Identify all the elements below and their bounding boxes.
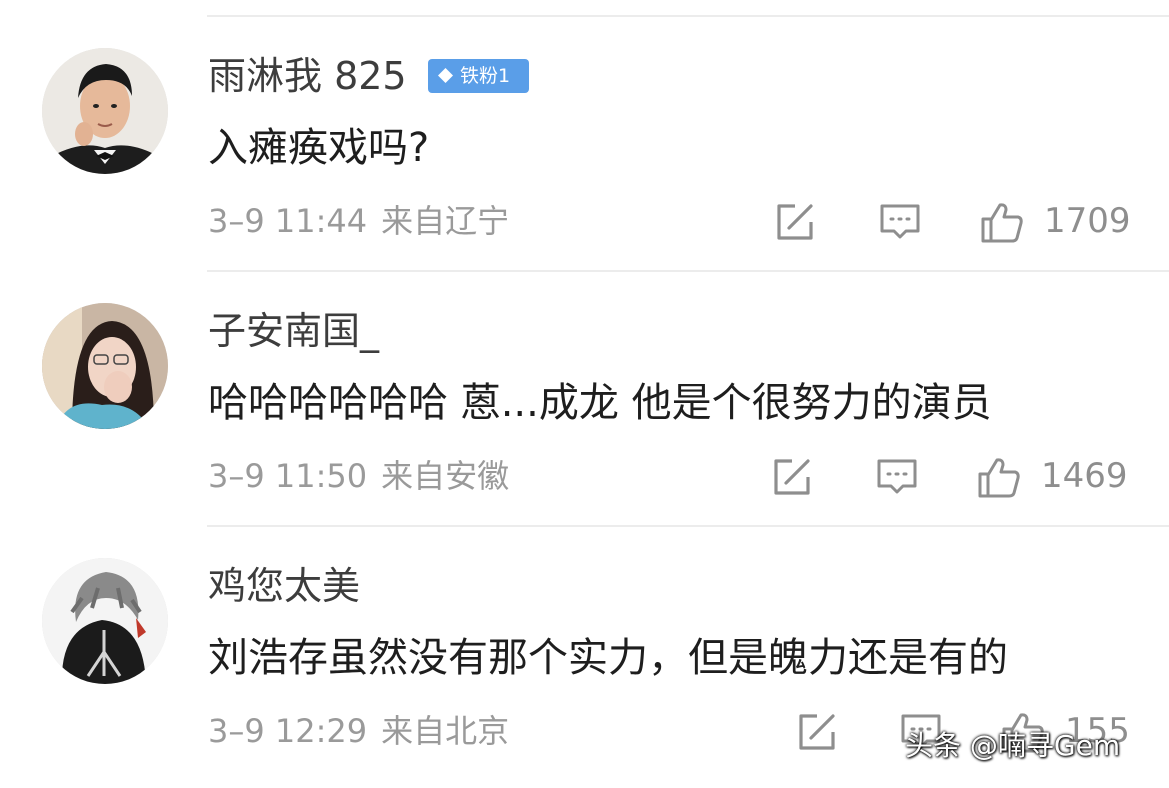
comment-location: 来自北京 <box>381 712 510 750</box>
comment-time: 3–9 11:44 <box>208 202 368 240</box>
comment-text: 刘浩存虽然没有那个实力，但是魄力还是有的 <box>208 635 1008 681</box>
share-edit-icon[interactable] <box>795 710 839 754</box>
share-edit-icon[interactable] <box>770 455 814 499</box>
comment-time: 3–9 12:29 <box>208 712 368 750</box>
watermark: 头条 @喃寻Gem <box>905 729 1121 762</box>
comment-reply-icon[interactable] <box>878 200 922 244</box>
username[interactable]: 雨淋我 825 <box>208 54 407 98</box>
comment-meta: 3–9 11:50 来自安徽 <box>208 456 523 496</box>
diamond-icon <box>438 68 453 83</box>
like-count: 1469 <box>1041 456 1128 496</box>
thumbs-up-icon[interactable] <box>977 455 1021 499</box>
comment-meta: 3–9 11:44 来自辽宁 <box>208 201 523 241</box>
comment-location: 来自辽宁 <box>381 202 510 240</box>
comment-location: 来自安徽 <box>381 457 510 495</box>
avatar[interactable] <box>42 48 168 174</box>
like-count: 1709 <box>1044 201 1131 241</box>
comment-time: 3–9 11:50 <box>208 457 368 495</box>
badge-label: 铁粉1 <box>460 65 511 87</box>
avatar[interactable] <box>42 303 168 429</box>
comment-text: 入瘫痪戏吗? <box>208 125 430 171</box>
avatar[interactable] <box>42 558 168 684</box>
username[interactable]: 子安南国_ <box>208 309 379 353</box>
comment-text: 哈哈哈哈哈哈 蒽...成龙 他是个很努力的演员 <box>208 380 992 426</box>
comment-reply-icon[interactable] <box>875 455 919 499</box>
comment-list: 雨淋我 825 铁粉1 入瘫痪戏吗? 3–9 11:44 来自辽宁 1709 子… <box>0 0 1169 788</box>
comment-item: 子安南国_ 哈哈哈哈哈哈 蒽...成龙 他是个很努力的演员 3–9 11:50 来… <box>0 255 1169 510</box>
comment-meta: 3–9 12:29 来自北京 <box>208 711 523 751</box>
comment-item: 雨淋我 825 铁粉1 入瘫痪戏吗? 3–9 11:44 来自辽宁 1709 <box>0 0 1169 255</box>
thumbs-up-icon[interactable] <box>980 200 1024 244</box>
share-edit-icon[interactable] <box>773 200 817 244</box>
username[interactable]: 鸡您太美 <box>208 564 360 608</box>
fan-badge[interactable]: 铁粉1 <box>428 59 529 93</box>
